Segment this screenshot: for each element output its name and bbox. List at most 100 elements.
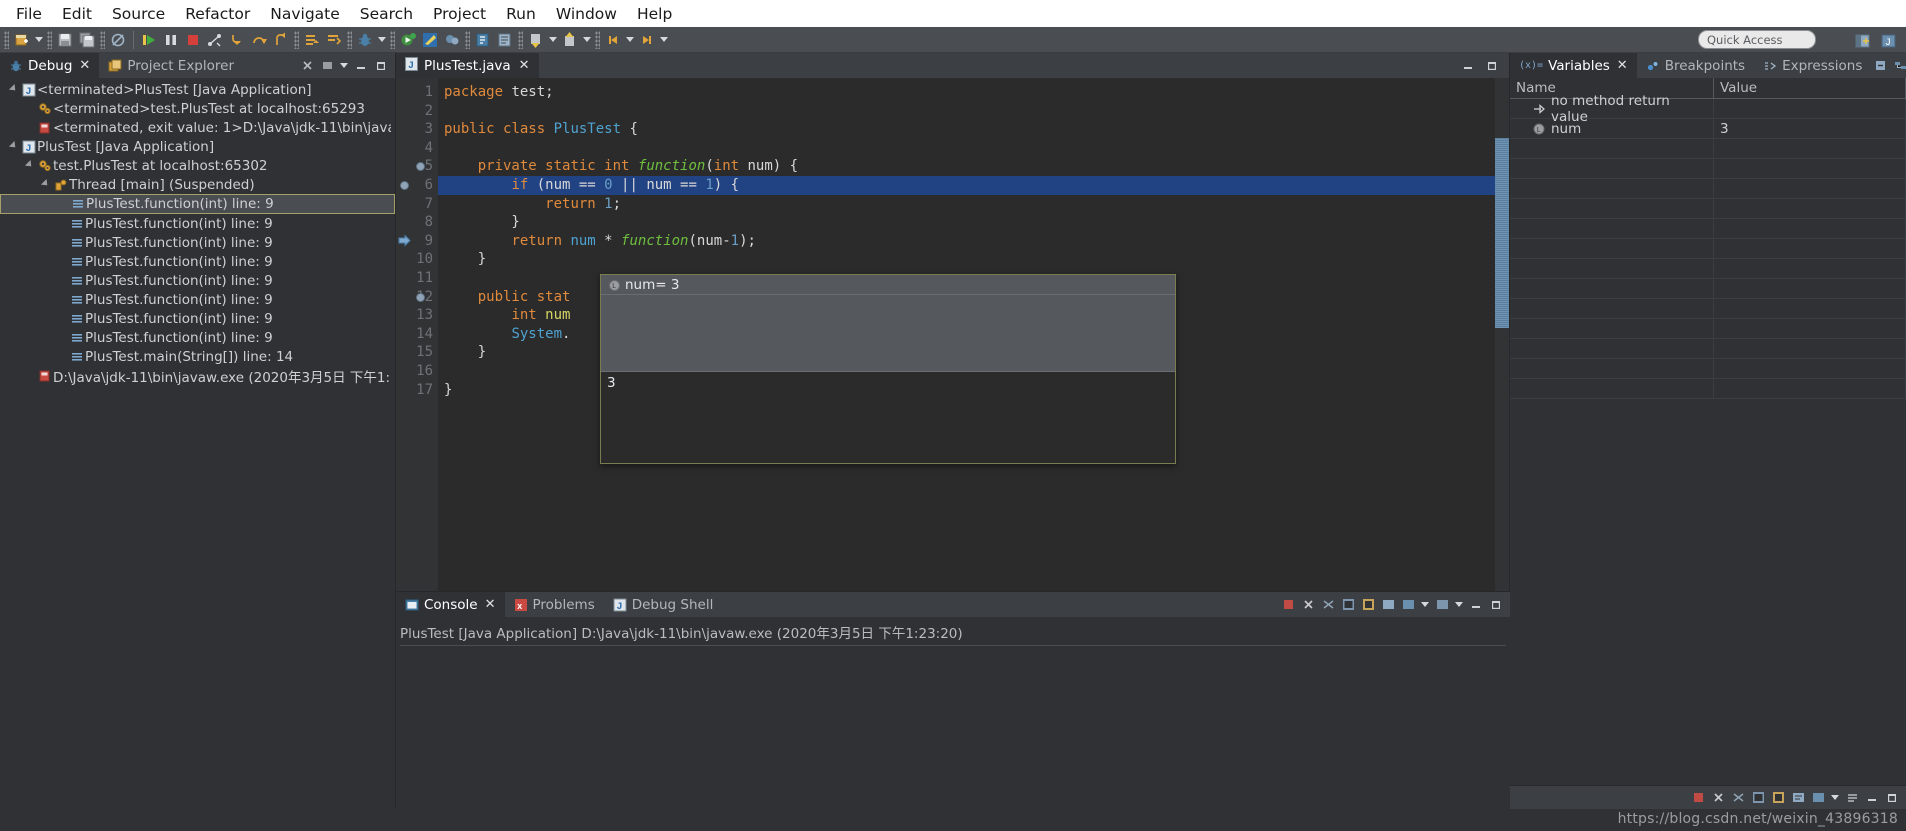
debug-dropdown-caret[interactable] xyxy=(376,29,388,51)
code-line[interactable]: public class PlusTest { xyxy=(438,120,1495,139)
variables-name-cell[interactable]: Lnum xyxy=(1510,119,1714,138)
quick-access-input[interactable]: Quick Access xyxy=(1698,30,1816,49)
variables-empty-row[interactable] xyxy=(1510,339,1906,359)
variables-value-cell[interactable] xyxy=(1714,319,1906,338)
editor-minimize-icon[interactable] xyxy=(1459,57,1477,75)
code-line[interactable]: package test; xyxy=(438,83,1495,102)
variables-value-cell[interactable] xyxy=(1714,139,1906,158)
tree-expander-icon[interactable] xyxy=(22,162,36,170)
variables-name-cell[interactable] xyxy=(1510,379,1714,398)
previous-annotation-icon[interactable] xyxy=(559,29,581,51)
save-all-icon[interactable] xyxy=(76,29,98,51)
menu-item-project[interactable]: Project xyxy=(423,3,496,25)
open-console-icon[interactable] xyxy=(1433,596,1451,614)
java-perspective-icon[interactable]: J xyxy=(1878,30,1900,52)
use-step-filters-icon[interactable] xyxy=(323,29,345,51)
editor-tab-close-icon[interactable]: ✕ xyxy=(519,58,530,73)
terminate-icon[interactable] xyxy=(182,29,204,51)
variables-empty-row[interactable] xyxy=(1510,159,1906,179)
variables-name-cell[interactable] xyxy=(1510,239,1714,258)
previous-annotation-caret[interactable] xyxy=(581,29,593,51)
console-tab-problems[interactable]: x Problems xyxy=(505,592,604,617)
editor-maximize-icon[interactable] xyxy=(1483,57,1501,75)
variables-empty-row[interactable] xyxy=(1510,319,1906,339)
variables-value-cell[interactable] xyxy=(1714,219,1906,238)
variables-table-empty-area[interactable] xyxy=(1510,399,1906,785)
new-class-icon[interactable] xyxy=(472,29,494,51)
variables-value-cell[interactable] xyxy=(1714,379,1906,398)
debug-tab-debug[interactable]: Debug ✕ xyxy=(0,53,100,78)
tree-expander-icon[interactable] xyxy=(38,181,52,189)
open-perspective-icon[interactable] xyxy=(1852,30,1874,52)
debug-tree[interactable]: J <terminated>PlusTest [Java Application]… xyxy=(0,78,395,809)
next-annotation-icon[interactable] xyxy=(525,29,547,51)
debug-tree-row[interactable]: PlusTest.function(int) line: 9 xyxy=(0,233,395,252)
remove-all-terminated-icon[interactable] xyxy=(298,57,316,75)
popup-variable-tree[interactable] xyxy=(601,295,1175,371)
console-tab-debug-shell[interactable]: J Debug Shell xyxy=(604,592,723,617)
variables-column-header[interactable]: Value xyxy=(1714,78,1906,98)
open-console-icon[interactable] xyxy=(1809,789,1827,807)
console-select-caret[interactable] xyxy=(1419,594,1431,616)
variables-row[interactable]: Lnum 3 xyxy=(1510,119,1906,139)
menu-item-search[interactable]: Search xyxy=(350,3,423,25)
menu-item-refactor[interactable]: Refactor xyxy=(175,3,260,25)
save-icon[interactable] xyxy=(54,29,76,51)
open-console-caret[interactable] xyxy=(1453,594,1465,616)
variables-value-cell[interactable]: 3 xyxy=(1714,119,1906,138)
show-logical-structure-icon[interactable] xyxy=(1891,57,1906,75)
variables-name-cell[interactable] xyxy=(1510,319,1714,338)
scroll-lock-icon[interactable] xyxy=(1339,596,1357,614)
variables-name-cell[interactable] xyxy=(1510,299,1714,318)
menu-item-help[interactable]: Help xyxy=(627,3,682,25)
menu-item-source[interactable]: Source xyxy=(102,3,175,25)
console-menu-caret[interactable] xyxy=(1829,787,1841,809)
code-line[interactable]: if (num == 0 || num == 1) { xyxy=(438,175,1495,195)
new-dropdown-caret[interactable] xyxy=(33,29,45,51)
new-console-view-icon[interactable] xyxy=(1749,789,1767,807)
variables-value-cell[interactable] xyxy=(1714,159,1906,178)
remove-launch-icon[interactable] xyxy=(1299,596,1317,614)
debug-tree-row[interactable]: <terminated, exit value: 1>D:\Java\jdk-1… xyxy=(0,118,395,137)
skip-breakpoints-icon[interactable] xyxy=(107,29,129,51)
forward-icon[interactable] xyxy=(636,29,658,51)
breakpoint-marker-icon[interactable] xyxy=(416,162,425,172)
clear-console-icon[interactable] xyxy=(1729,789,1747,807)
view-menu-icon[interactable] xyxy=(318,57,336,75)
variables-maximize-icon[interactable] xyxy=(1883,789,1901,807)
forward-caret[interactable] xyxy=(658,29,670,51)
editor-overview-ruler[interactable] xyxy=(1495,78,1509,591)
variables-value-cell[interactable] xyxy=(1714,339,1906,358)
debug-maximize-icon[interactable] xyxy=(372,57,390,75)
variables-value-cell[interactable] xyxy=(1714,359,1906,378)
variables-tab-close-icon[interactable]: ✕ xyxy=(1617,58,1628,73)
display-selected-console-icon[interactable] xyxy=(1789,789,1807,807)
variables-empty-row[interactable] xyxy=(1510,239,1906,259)
variables-tab-variables[interactable]: (x)= Variables ✕ xyxy=(1510,53,1637,78)
editor-annotation-ruler[interactable] xyxy=(396,78,412,591)
variables-name-cell[interactable] xyxy=(1510,359,1714,378)
debug-tree-row[interactable]: PlusTest.function(int) line: 9 xyxy=(0,214,395,233)
popup-detail-pane[interactable]: 3 xyxy=(601,371,1175,463)
menu-item-file[interactable]: File xyxy=(6,3,52,25)
suspend-icon[interactable] xyxy=(160,29,182,51)
remove-all-icon[interactable] xyxy=(1709,789,1727,807)
variables-name-cell[interactable] xyxy=(1510,179,1714,198)
debug-tree-row[interactable]: J <terminated>PlusTest [Java Application] xyxy=(0,80,395,99)
variables-empty-row[interactable] xyxy=(1510,199,1906,219)
debug-tree-row[interactable]: J PlusTest [Java Application] xyxy=(0,137,395,156)
remove-terminated-icon[interactable] xyxy=(1689,789,1707,807)
breakpoint-ruler-icon[interactable] xyxy=(399,179,410,190)
menu-item-navigate[interactable]: Navigate xyxy=(260,3,350,25)
console-tab-console[interactable]: Console ✕ xyxy=(396,592,505,617)
debug-minimize-icon[interactable] xyxy=(352,57,370,75)
editor-tab-plustest[interactable]: J PlusTest.java ✕ xyxy=(396,53,539,78)
pin-console-icon[interactable] xyxy=(1379,596,1397,614)
debug-icon[interactable] xyxy=(354,29,376,51)
variables-name-cell[interactable] xyxy=(1510,159,1714,178)
variables-value-cell[interactable] xyxy=(1714,259,1906,278)
new-java-project-icon[interactable] xyxy=(441,29,463,51)
code-line[interactable] xyxy=(438,139,1495,158)
variables-name-cell[interactable] xyxy=(1510,139,1714,158)
tree-expander-icon[interactable] xyxy=(6,86,20,94)
